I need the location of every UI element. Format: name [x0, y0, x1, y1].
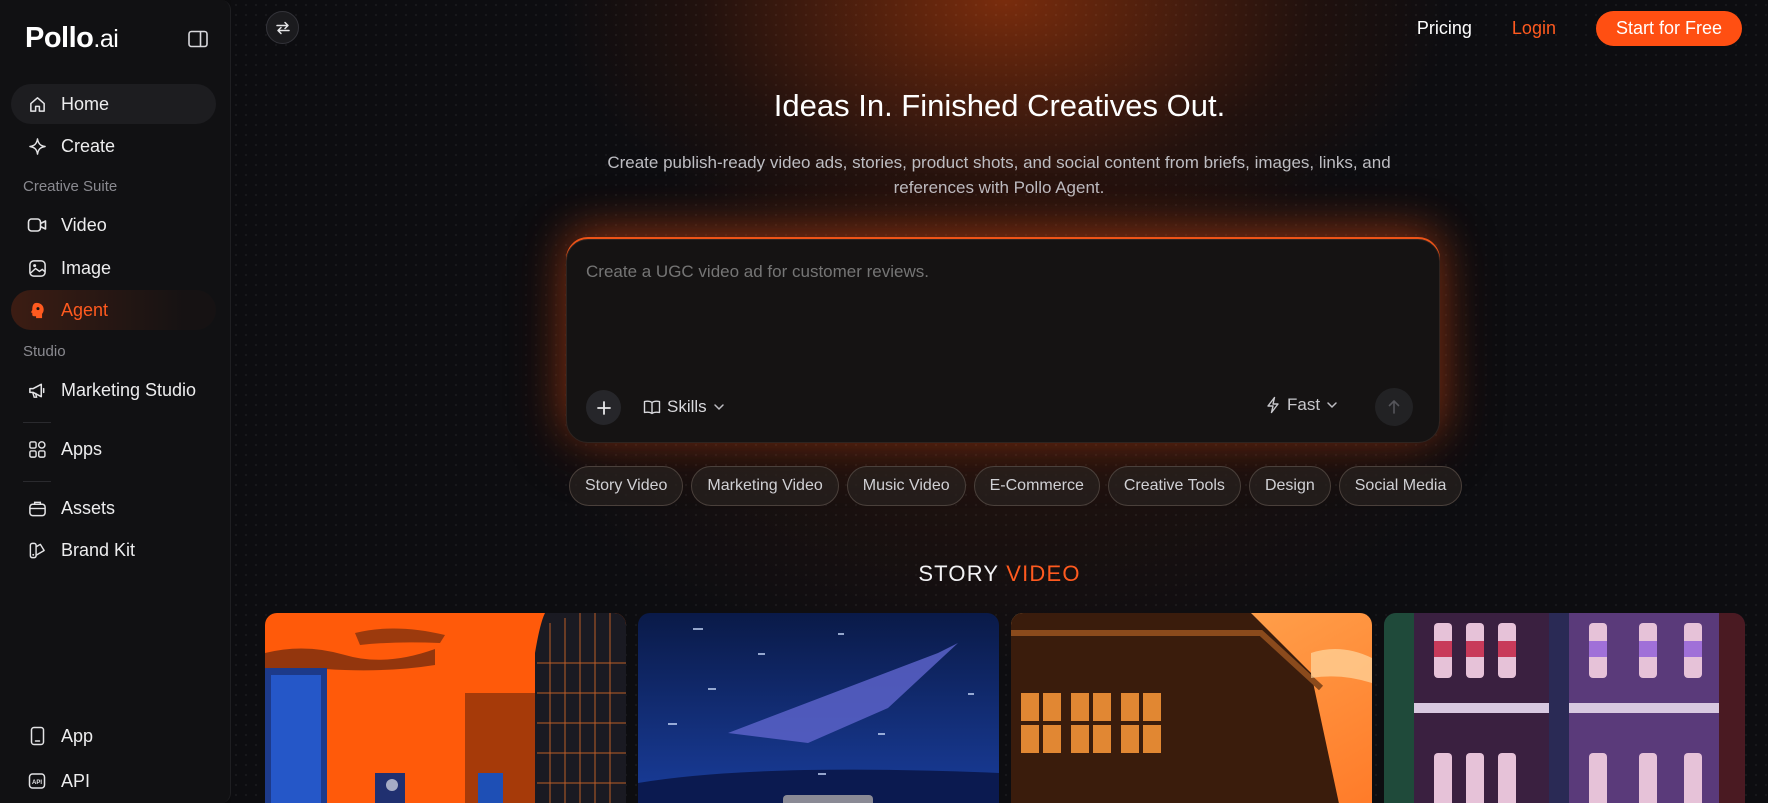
sidebar-item-home[interactable]: Home [11, 84, 216, 124]
sidebar-item-label: Brand Kit [61, 539, 136, 560]
sidebar-item-app[interactable]: App [11, 716, 216, 756]
speed-mode-select[interactable]: Fast [1265, 395, 1338, 415]
lightning-icon [1267, 396, 1279, 414]
section-label-creative-suite: Creative Suite [23, 178, 118, 195]
video-card-vending-machine[interactable] [1384, 613, 1745, 803]
sidebar-item-brand-kit[interactable]: Brand Kit [11, 530, 216, 570]
chip-e-commerce[interactable]: E-Commerce [973, 466, 1100, 506]
main-content: Pricing Login Start for Free Ideas In. F… [231, 0, 1768, 803]
chevron-down-icon [713, 404, 724, 411]
story-video-cards [265, 613, 1757, 803]
skills-label: Skills [667, 397, 707, 416]
brand-kit-icon [27, 540, 47, 560]
city-thumbnail [265, 613, 626, 803]
sidebar-item-label: Video [61, 214, 107, 235]
vending-machine-thumbnail [1384, 613, 1745, 803]
sidebar-divider [23, 422, 51, 423]
sidebar-item-agent[interactable]: Agent [11, 290, 216, 330]
arrow-up-icon [1388, 400, 1400, 414]
sidebar-divider [23, 481, 51, 482]
start-for-free-button[interactable]: Start for Free [1595, 11, 1742, 46]
speed-mode-label: Fast [1287, 395, 1321, 414]
megaphone-icon [27, 380, 47, 400]
chevron-down-icon [1327, 402, 1337, 409]
sidebar-item-label: Assets [61, 497, 116, 518]
sidebar-item-label: Marketing Studio [61, 379, 197, 400]
night-sky-thumbnail [638, 613, 999, 803]
add-attachment-button[interactable] [586, 390, 621, 425]
section-title: STORY VIDEO [231, 561, 1768, 587]
sidebar-item-label: Image [61, 257, 112, 278]
login-link[interactable]: Login [1512, 18, 1556, 39]
image-icon [27, 258, 47, 278]
sidebar-item-label: API [61, 770, 91, 791]
book-icon [643, 400, 661, 415]
sidebar-toggle-icon[interactable] [188, 30, 210, 50]
sparkle-icon [27, 136, 47, 156]
sidebar-item-video[interactable]: Video [11, 205, 216, 245]
home-icon [27, 94, 47, 114]
video-camera-icon [27, 215, 47, 235]
send-button[interactable] [1375, 388, 1413, 426]
video-card-sunset-house[interactable] [1011, 613, 1372, 803]
sidebar-item-apps[interactable]: Apps [11, 429, 216, 469]
swap-arrows-icon[interactable] [266, 11, 299, 44]
chip-design[interactable]: Design [1248, 466, 1331, 506]
prompt-box: Skills Fast [566, 239, 1440, 443]
phone-icon [27, 726, 47, 746]
video-card-night-sky[interactable] [638, 613, 999, 803]
chip-social-media[interactable]: Social Media [1338, 466, 1463, 506]
hero-subtitle: Create publish-ready video ads, stories,… [607, 153, 1391, 197]
apps-grid-icon [27, 439, 47, 459]
briefcase-icon [27, 498, 47, 518]
sidebar-item-label: Apps [61, 438, 103, 459]
top-navigation: Pricing Login Start for Free [1417, 11, 1742, 46]
skills-button[interactable]: Skills [643, 397, 725, 417]
chip-marketing-video[interactable]: Marketing Video [691, 466, 839, 506]
section-title-main: STORY [918, 561, 1007, 586]
sidebar-item-assets[interactable]: Assets [11, 488, 216, 528]
prompt-input[interactable] [586, 262, 1406, 282]
chip-story-video[interactable]: Story Video [569, 466, 684, 506]
logo-suffix: .ai [93, 25, 119, 53]
agent-head-icon [27, 300, 47, 320]
logo-main: Pollo [25, 22, 94, 54]
section-label-studio: Studio [23, 343, 66, 360]
logo[interactable]: Pollo.ai [25, 22, 119, 55]
pricing-link[interactable]: Pricing [1417, 18, 1472, 39]
sunset-house-thumbnail [1011, 613, 1372, 803]
sidebar-item-api[interactable]: API API [11, 761, 216, 801]
sidebar-item-label: App [61, 725, 94, 746]
chip-creative-tools[interactable]: Creative Tools [1107, 466, 1241, 506]
api-icon: API [27, 771, 47, 791]
sidebar-item-label: Home [61, 93, 110, 114]
sidebar-item-label: Create [61, 135, 116, 156]
sidebar-item-image[interactable]: Image [11, 248, 216, 288]
sidebar-item-create[interactable]: Create [11, 126, 216, 166]
video-card-city[interactable] [265, 613, 626, 803]
chip-music-video[interactable]: Music Video [846, 466, 966, 506]
sidebar: Pollo.ai Home Create Creative Suite Vide… [0, 0, 231, 803]
sidebar-item-marketing-studio[interactable]: Marketing Studio [11, 370, 216, 410]
plus-icon [596, 400, 611, 415]
svg-text:API: API [32, 780, 42, 786]
hero-title: Ideas In. Finished Creatives Out. [773, 88, 1226, 123]
section-title-accent: VIDEO [1006, 561, 1081, 586]
category-chips: Story Video Marketing Video Music Video … [569, 466, 1470, 506]
sidebar-item-label: Agent [61, 299, 109, 320]
